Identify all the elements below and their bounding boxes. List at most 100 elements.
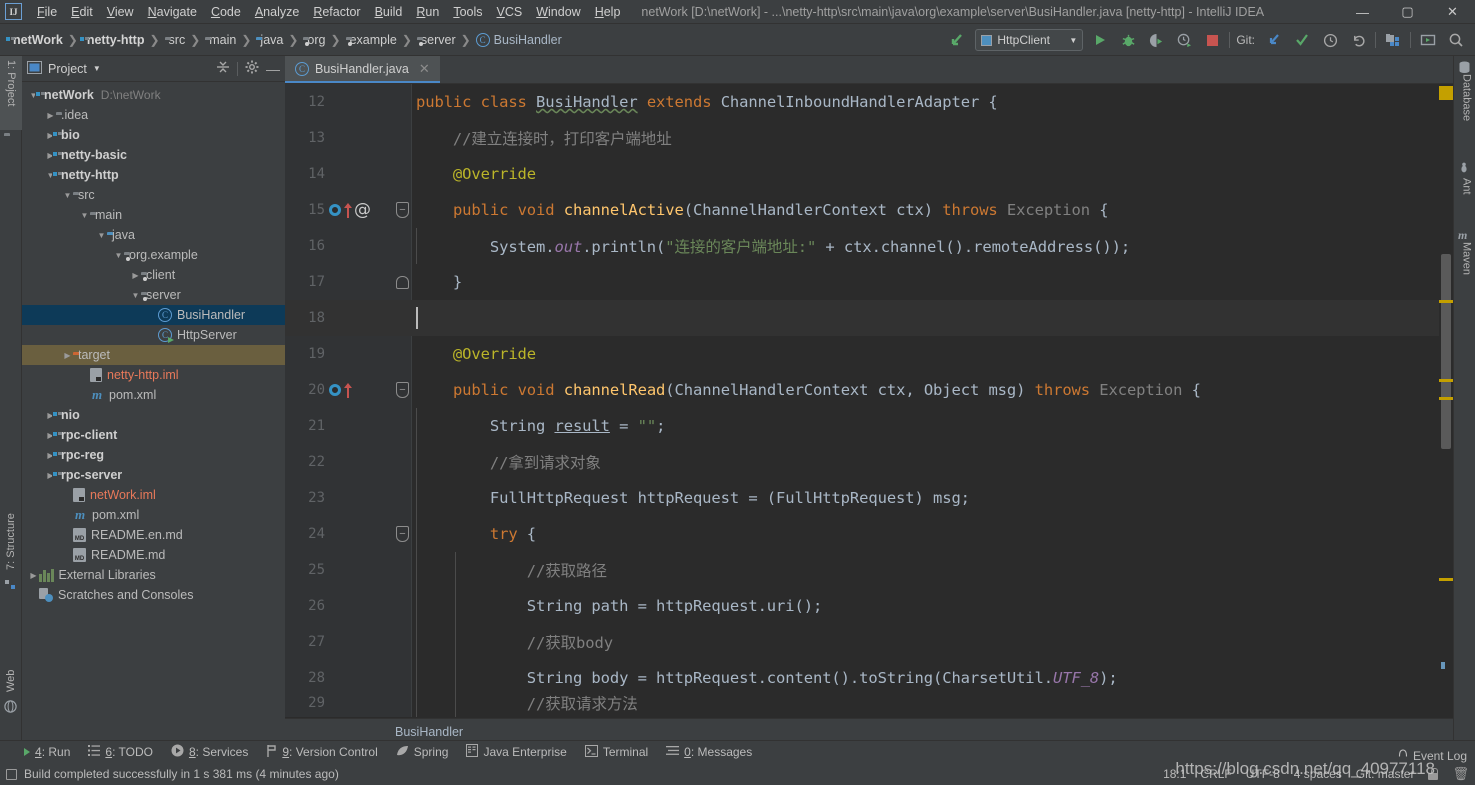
run-anything-icon[interactable] xyxy=(1417,29,1439,51)
code-line-27[interactable]: 27 //获取body xyxy=(285,624,1453,660)
minimize-button[interactable]: — xyxy=(1340,0,1385,24)
code-line-15[interactable]: 15 @ − public void channelActive(ChannelHa… xyxy=(285,192,1453,228)
menu-code[interactable]: Code xyxy=(204,2,248,22)
expand-arrow-icon[interactable]: ▶ xyxy=(130,271,141,280)
sidebar-item-web[interactable]: Web xyxy=(0,648,22,696)
menu-run[interactable]: Run xyxy=(409,2,446,22)
file-encoding[interactable]: UTF-8 xyxy=(1246,767,1280,781)
close-button[interactable]: ✕ xyxy=(1430,0,1475,24)
tool-window-run[interactable]: 4: Run xyxy=(24,745,70,759)
tree-node-main[interactable]: ▼ main xyxy=(22,205,285,225)
breadcrumb-item-src[interactable]: src xyxy=(162,31,189,49)
tree-node-src[interactable]: ▼ src xyxy=(22,185,285,205)
expand-arrow-icon[interactable]: ▶ xyxy=(45,111,56,120)
tree-node-external-libraries[interactable]: ▶ External Libraries xyxy=(22,565,285,585)
code-line-12[interactable]: 12 public class BusiHandler extends Chann… xyxy=(285,84,1453,120)
code-line-28[interactable]: 28 String body = httpRequest.content().t… xyxy=(285,660,1453,696)
fold-collapse-icon[interactable]: − xyxy=(396,526,409,542)
breadcrumb-item-netWork[interactable]: netWork xyxy=(5,31,66,49)
gear-icon[interactable] xyxy=(245,60,259,77)
tool-window-services[interactable]: 8: Services xyxy=(171,744,248,760)
tree-node-rpc-client[interactable]: ▶ rpc-client xyxy=(22,425,285,445)
run-configuration-selector[interactable]: HttpClient ▼ xyxy=(975,29,1084,51)
back-arrow-icon[interactable] xyxy=(947,29,969,51)
code-canvas[interactable]: 12 public class BusiHandler extends Chann… xyxy=(285,84,1453,717)
tree-node-netty-http-iml[interactable]: netty-http.iml xyxy=(22,365,285,385)
expand-arrow-icon[interactable]: ▶ xyxy=(62,351,73,360)
update-project-icon[interactable] xyxy=(1263,29,1285,51)
breadcrumb-item-org[interactable]: org xyxy=(300,31,328,49)
code-line-20[interactable]: 20 − public void channelRead(ChannelHandl… xyxy=(285,372,1453,408)
code-line-16[interactable]: 16 System.out.println("连接的客户端地址:" + ctx.… xyxy=(285,228,1453,264)
collapse-all-icon[interactable] xyxy=(216,60,230,77)
fold-end-icon[interactable] xyxy=(396,276,409,289)
menu-window[interactable]: Window xyxy=(529,2,587,22)
sidebar-item-project[interactable]: 1: Project xyxy=(0,56,22,130)
annotation-icon[interactable]: @ xyxy=(354,201,371,219)
expand-arrow-icon[interactable]: ▼ xyxy=(62,191,73,200)
code-line-24[interactable]: 24 − try { xyxy=(285,516,1453,552)
hide-icon[interactable]: — xyxy=(266,62,280,76)
sidebar-item-database[interactable]: Database xyxy=(1454,70,1475,148)
maximize-button[interactable]: ▢ xyxy=(1385,0,1430,24)
code-line-26[interactable]: 26 String path = httpRequest.uri(); xyxy=(285,588,1453,624)
scroll-marker-caret[interactable] xyxy=(1441,662,1445,669)
override-method-icon[interactable] xyxy=(329,384,341,396)
tab-BusiHandler-java[interactable]: C BusiHandler.java ✕ xyxy=(285,56,440,83)
menu-file[interactable]: File xyxy=(30,2,64,22)
tree-node-pom-xml[interactable]: m pom.xml xyxy=(22,505,285,525)
close-icon[interactable]: ✕ xyxy=(419,61,430,77)
fold-collapse-icon[interactable]: − xyxy=(396,202,409,218)
scroll-marker-warning[interactable] xyxy=(1439,300,1453,303)
code-line-13[interactable]: 13 //建立连接时，打印客户端地址 xyxy=(285,120,1453,156)
tree-node-busihandler[interactable]: C BusiHandler xyxy=(22,305,285,325)
tool-window-messages[interactable]: 0: Messages xyxy=(666,745,752,759)
tree-node-org-example[interactable]: ▼ org.example xyxy=(22,245,285,265)
expand-arrow-icon[interactable]: ▼ xyxy=(79,211,90,220)
tree-node-java[interactable]: ▼ java xyxy=(22,225,285,245)
stop-icon[interactable] xyxy=(1201,29,1223,51)
history-clock-icon[interactable] xyxy=(1319,29,1341,51)
breadcrumb-item-java[interactable]: java xyxy=(253,31,286,49)
tree-node-pom-xml[interactable]: m pom.xml xyxy=(22,385,285,405)
caret-position[interactable]: 18:1 xyxy=(1163,767,1186,781)
breadcrumb-item-BusiHandler[interactable]: C BusiHandler xyxy=(473,31,565,49)
expand-arrow-icon[interactable]: ▼ xyxy=(96,231,107,240)
tree-node-client[interactable]: ▶ client xyxy=(22,265,285,285)
breadcrumb-item-example[interactable]: example xyxy=(343,31,400,49)
code-line-29[interactable]: 29 //获取请求方法 xyxy=(285,695,1453,717)
tool-window-spring[interactable]: Spring xyxy=(396,745,448,760)
tree-node-network-iml[interactable]: netWork.iml xyxy=(22,485,285,505)
menu-tools[interactable]: Tools xyxy=(446,2,489,22)
override-method-icon[interactable] xyxy=(329,204,341,216)
expand-arrow-icon[interactable]: ▼ xyxy=(113,251,124,260)
tool-window-terminal[interactable]: Terminal xyxy=(584,744,648,760)
tree-node-scratches-and-consoles[interactable]: Scratches and Consoles xyxy=(22,585,285,605)
scroll-marker-warning[interactable] xyxy=(1439,578,1453,581)
sidebar-item-ant[interactable]: Ant xyxy=(1454,174,1475,214)
code-line-23[interactable]: 23 FullHttpRequest httpRequest = (FullHt… xyxy=(285,480,1453,516)
breadcrumb-item-server[interactable]: server xyxy=(414,31,459,49)
trash-icon[interactable]: 🗑 xyxy=(1452,766,1469,782)
tree-node-target[interactable]: ▶ target xyxy=(22,345,285,365)
code-line-21[interactable]: 21 String result = ""; xyxy=(285,408,1453,444)
menu-edit[interactable]: Edit xyxy=(64,2,100,22)
tree-node-httpserver[interactable]: C HttpServer xyxy=(22,325,285,345)
scroll-marker-warning[interactable] xyxy=(1439,86,1453,100)
code-line-17[interactable]: 17 } xyxy=(285,264,1453,300)
tool-window-version-control[interactable]: 9: Version Control xyxy=(266,744,378,760)
menu-navigate[interactable]: Navigate xyxy=(141,2,204,22)
expand-arrow-icon[interactable]: ▼ xyxy=(130,291,141,300)
up-arrow-icon[interactable] xyxy=(343,202,352,218)
code-line-18[interactable]: 18 xyxy=(285,300,1453,336)
lock-icon[interactable] xyxy=(1428,768,1439,780)
run-icon[interactable] xyxy=(1089,29,1111,51)
breadcrumb-item-main[interactable]: main xyxy=(202,31,239,49)
breadcrumb-item-netty-http[interactable]: netty-http xyxy=(78,31,148,49)
menu-analyze[interactable]: Analyze xyxy=(248,2,306,22)
tree-node--idea[interactable]: ▶ .idea xyxy=(22,105,285,125)
tool-window-java-enterprise[interactable]: Java Enterprise xyxy=(466,744,567,760)
tree-node-bio[interactable]: ▶ bio xyxy=(22,125,285,145)
git-branch[interactable]: Git: master xyxy=(1356,767,1415,781)
project-tree[interactable]: ▼ netWork D:\netWork ▶ .idea ▶ bio ▶ netty-basic… xyxy=(22,83,285,745)
